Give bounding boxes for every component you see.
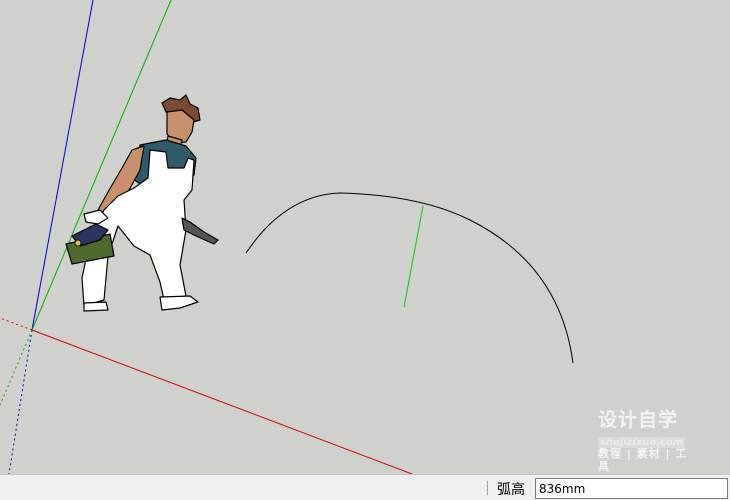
watermark: 设计自学 shejizixue.com 教程 | 素材 | 工具 <box>598 410 698 473</box>
measurements-input[interactable] <box>535 478 728 499</box>
modeling-viewport[interactable]: 设计自学 shejizixue.com 教程 | 素材 | 工具 <box>0 0 730 474</box>
viewport-canvas[interactable] <box>0 0 730 474</box>
sketchup-window: 设计自学 shejizixue.com 教程 | 素材 | 工具 弧高 <box>0 0 730 500</box>
red-axis-hidden <box>0 317 33 331</box>
arc-bulge-line <box>403 205 424 308</box>
green-axis-hidden <box>0 329 33 406</box>
watermark-subtitle: 教程 | 素材 | 工具 <box>598 447 688 473</box>
person-figure[interactable] <box>65 94 219 312</box>
status-bar: 弧高 <box>0 474 730 500</box>
status-separator <box>487 481 488 495</box>
red-axis <box>31 329 413 474</box>
measurements-label: 弧高 <box>497 482 525 498</box>
blue-axis-hidden <box>8 329 33 474</box>
watermark-title: 设计自学 <box>598 409 679 431</box>
